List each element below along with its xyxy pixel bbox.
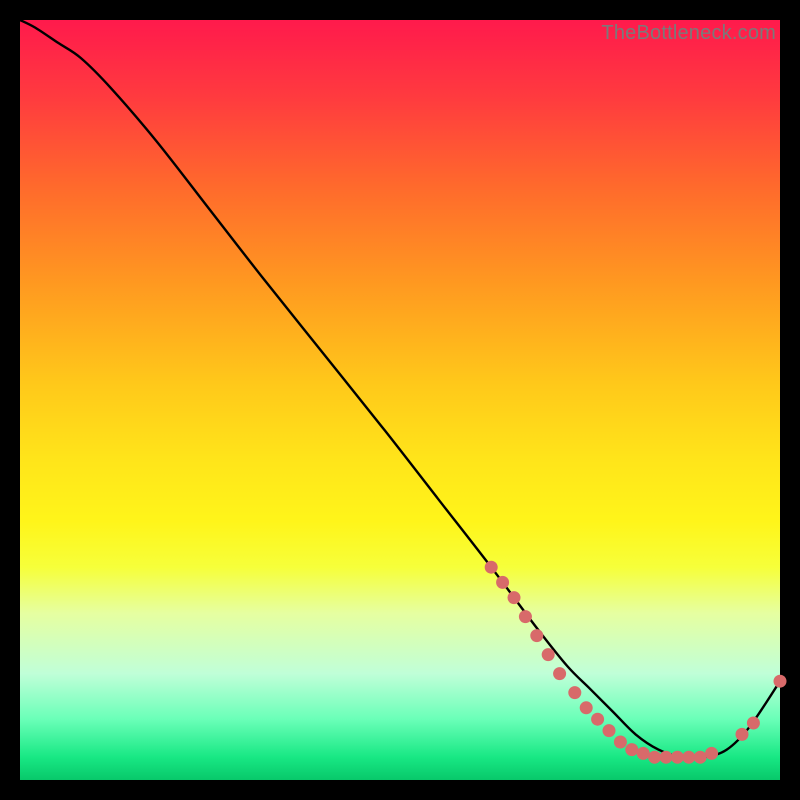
curve-marker <box>774 675 787 688</box>
curve-marker <box>519 610 532 623</box>
curve-marker <box>603 724 616 737</box>
chart-plot-area: TheBottleneck.com <box>20 20 780 780</box>
curve-marker <box>705 747 718 760</box>
curve-marker <box>485 561 498 574</box>
curve-marker <box>682 751 695 764</box>
curve-marker <box>496 576 509 589</box>
chart-frame: TheBottleneck.com <box>0 0 800 800</box>
curve-marker <box>660 751 673 764</box>
chart-svg <box>20 20 780 780</box>
curve-marker <box>591 713 604 726</box>
bottleneck-curve <box>20 20 780 758</box>
curve-marker <box>508 591 521 604</box>
curve-marker <box>530 629 543 642</box>
curve-marker <box>694 751 707 764</box>
curve-marker <box>637 747 650 760</box>
curve-marker <box>625 743 638 756</box>
curve-marker <box>648 751 661 764</box>
curve-marker <box>542 648 555 661</box>
curve-marker <box>671 751 684 764</box>
curve-marker <box>580 701 593 714</box>
curve-marker <box>614 736 627 749</box>
curve-marker <box>568 686 581 699</box>
curve-marker <box>553 667 566 680</box>
curve-marker <box>736 728 749 741</box>
curve-marker <box>747 717 760 730</box>
